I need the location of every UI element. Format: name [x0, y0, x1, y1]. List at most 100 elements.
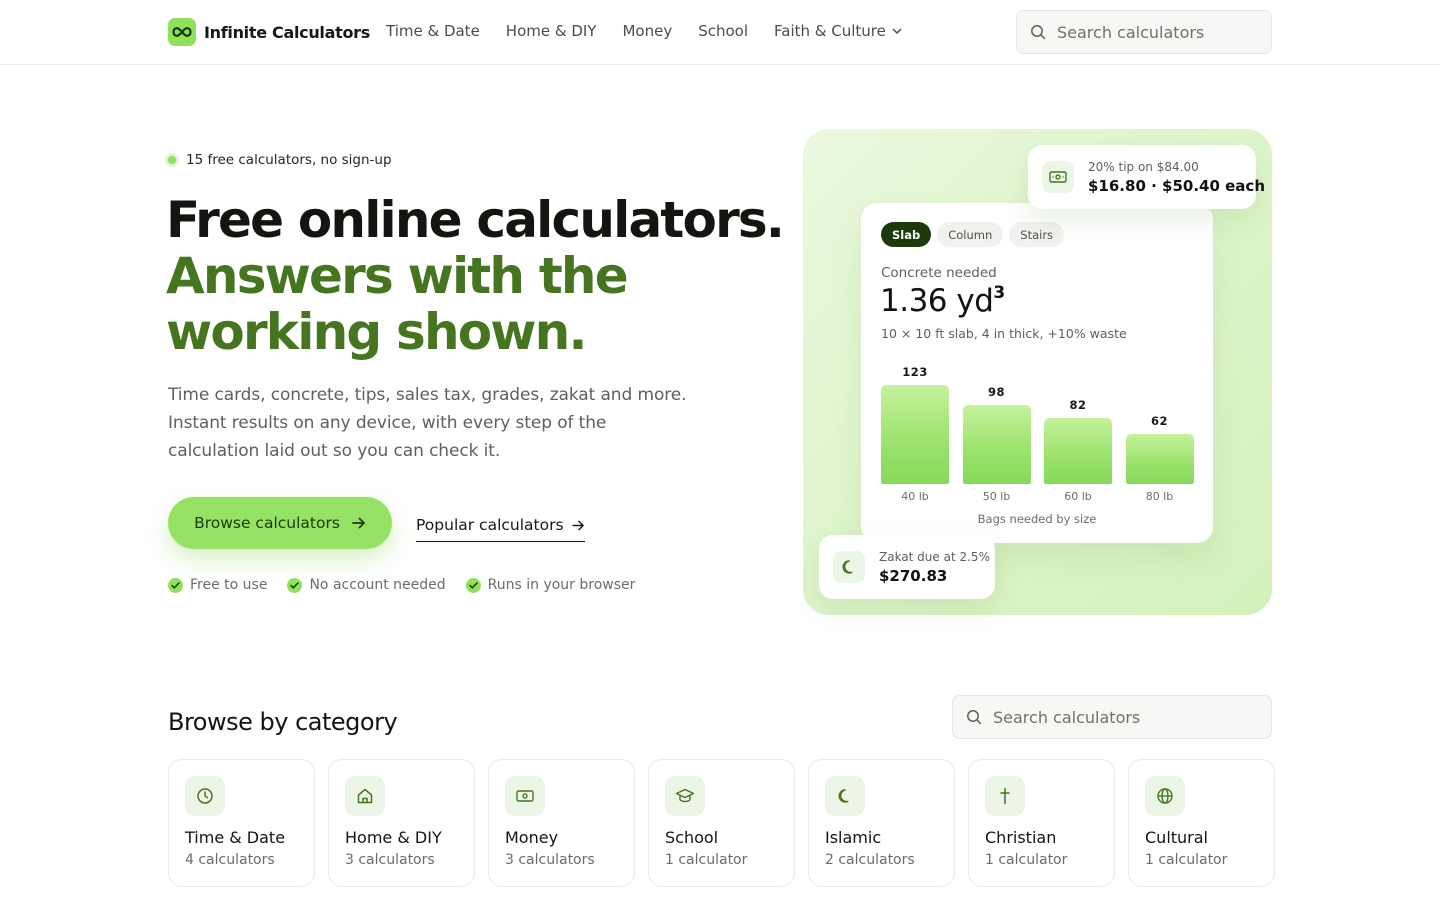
clock-icon	[185, 776, 225, 816]
result-note: 10 × 10 ft slab, 4 in thick, +10% waste	[881, 326, 1127, 341]
browse-section-title: Browse by category	[168, 708, 398, 736]
tab-slab[interactable]: Slab	[881, 222, 932, 247]
chevron-down-icon	[892, 28, 902, 34]
category-card-home-diy[interactable]: Home & DIY 3 calculators	[328, 759, 475, 887]
nav-faith-culture[interactable]: Faith & Culture	[774, 22, 902, 40]
tab-stairs[interactable]: Stairs	[1009, 222, 1065, 247]
banknote-icon	[505, 776, 545, 816]
category-name: Time & Date	[185, 828, 286, 847]
category-search-placeholder: Search calculators	[993, 707, 1141, 727]
category-count: 1 calculator	[1145, 852, 1228, 868]
nav-faith-culture-label: Faith & Culture	[774, 22, 886, 40]
category-card-islamic[interactable]: Islamic 2 calculators	[808, 759, 955, 887]
category-count: 1 calculator	[985, 852, 1068, 868]
category-search-input[interactable]: Search calculators	[952, 695, 1272, 739]
shape-tabs: Slab Column Stairs	[881, 222, 1065, 247]
banknote-icon	[1042, 161, 1074, 193]
feature-item: No account needed	[287, 577, 446, 593]
nav-home-diy[interactable]: Home & DIY	[506, 22, 597, 40]
zakat-value: $270.83	[879, 566, 948, 585]
bar-value-label: 82	[1069, 398, 1087, 412]
bar	[962, 405, 1031, 484]
bar	[881, 385, 949, 484]
header-search-placeholder: Search calculators	[1057, 22, 1205, 42]
feature-item: Runs in your browser	[465, 577, 636, 593]
category-card-cultural[interactable]: Cultural 1 calculator	[1128, 759, 1275, 887]
bar-category-label: 60 lb	[1064, 490, 1092, 503]
site-header: Infinite Calculators Time & Date Home & …	[0, 0, 1440, 65]
hero-badge: 15 free calculators, no sign-up	[168, 152, 392, 168]
home-icon	[345, 776, 385, 816]
hero-title-line1: Free online calculators.	[166, 191, 785, 249]
brand-name: Infinite Calculators	[204, 22, 370, 42]
hero-badge-text: 15 free calculators, no sign-up	[186, 152, 392, 168]
feature-label: Free to use	[190, 577, 268, 593]
category-count: 1 calculator	[665, 852, 748, 868]
main-nav: Time & Date Home & DIY Money School Fait…	[386, 22, 902, 40]
category-count: 4 calculators	[185, 852, 275, 868]
category-name: Home & DIY	[345, 828, 442, 847]
check-icon	[465, 577, 481, 593]
browse-calculators-label: Browse calculators	[194, 514, 340, 532]
bar-value-label: 98	[987, 385, 1005, 399]
category-card-christian[interactable]: Christian 1 calculator	[968, 759, 1115, 887]
feature-label: No account needed	[309, 577, 446, 593]
arrow-right-icon	[352, 517, 365, 529]
bar-category-label: 50 lb	[982, 490, 1011, 503]
arrow-right-icon	[571, 520, 584, 530]
cross-icon	[985, 776, 1025, 816]
result-value: 1.36 yd3	[880, 283, 1005, 319]
check-icon	[168, 577, 183, 593]
hero-title: Free online calculators. Answers with th…	[166, 192, 786, 360]
tip-result-card: 20% tip on $84.00 $16.80 · $50.40 each	[1028, 145, 1265, 209]
zakat-result-card: Zakat due at 2.5% $270.83	[819, 535, 995, 599]
category-count: 2 calculators	[825, 852, 915, 868]
category-name: School	[665, 828, 719, 847]
concrete-calculator-card: Slab Column Stairs Concrete needed 1.36 …	[861, 203, 1213, 543]
search-icon	[1031, 25, 1046, 40]
hero-description: Time cards, concrete, tips, sales tax, g…	[168, 385, 687, 461]
category-card-money[interactable]: Money 3 calculators	[488, 759, 635, 887]
nav-money[interactable]: Money	[622, 22, 672, 40]
result-label: Concrete needed	[881, 265, 997, 281]
result-value-exponent: 3	[993, 282, 1005, 303]
tip-label: 20% tip on $84.00	[1088, 159, 1199, 174]
bar	[1125, 434, 1194, 484]
status-dot-icon	[168, 156, 176, 164]
feature-list: Free to use No account needed Runs in yo…	[168, 577, 635, 593]
category-name: Christian	[985, 828, 1057, 847]
category-card-school[interactable]: School 1 calculator	[648, 759, 795, 887]
bar-value-label: 62	[1150, 414, 1168, 428]
bar-category-label: 40 lb	[901, 490, 929, 503]
tip-value: $16.80 · $50.40 each	[1088, 176, 1265, 195]
category-grid: Time & Date 4 calculators Home & DIY 3 c…	[168, 759, 1275, 887]
category-name: Islamic	[825, 828, 882, 847]
graduation-cap-icon	[665, 776, 705, 816]
crescent-moon-icon	[825, 776, 865, 816]
zakat-label: Zakat due at 2.5%	[879, 549, 990, 564]
infinity-icon	[168, 18, 196, 46]
category-card-time-date[interactable]: Time & Date 4 calculators	[168, 759, 315, 887]
feature-label: Runs in your browser	[487, 577, 636, 593]
nav-time-date[interactable]: Time & Date	[386, 22, 480, 40]
feature-item: Free to use	[168, 577, 267, 593]
bar-value-label: 123	[902, 365, 928, 379]
category-count: 3 calculators	[505, 852, 595, 868]
category-name: Money	[505, 828, 559, 847]
globe-icon	[1145, 776, 1185, 816]
bar	[1044, 418, 1112, 484]
brand-logo[interactable]: Infinite Calculators	[168, 18, 370, 46]
nav-school[interactable]: School	[698, 22, 748, 40]
check-icon	[287, 577, 303, 593]
result-value-number: 1.36 yd	[880, 283, 994, 319]
browse-calculators-button[interactable]: Browse calculators	[168, 497, 392, 549]
header-search-input[interactable]: Search calculators	[1016, 10, 1272, 54]
bar-category-label: 80 lb	[1145, 490, 1174, 503]
popular-calculators-link[interactable]: Popular calculators	[416, 514, 585, 542]
category-count: 3 calculators	[345, 852, 435, 868]
category-name: Cultural	[1145, 828, 1208, 847]
tab-column[interactable]: Column	[937, 222, 1004, 247]
popular-calculators-label: Popular calculators	[416, 516, 564, 534]
chart-caption: Bags needed by size	[977, 512, 1097, 526]
search-icon	[967, 710, 982, 725]
